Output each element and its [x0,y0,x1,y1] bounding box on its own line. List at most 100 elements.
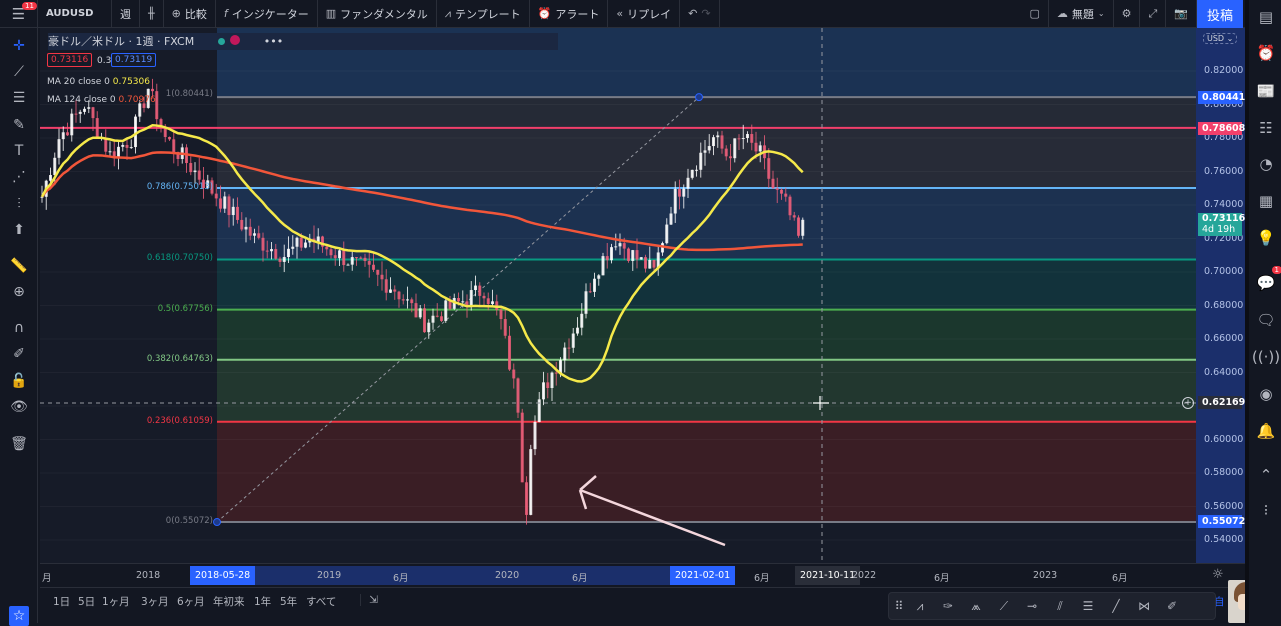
buy-price-button[interactable]: 0.73119 [111,53,157,67]
trash-icon[interactable]: 🗑 [9,434,29,454]
interval-button[interactable]: 週 [112,0,140,28]
symbol-search[interactable]: AUDUSD [38,0,112,28]
templates-button[interactable]: ⩘ テンプレート [437,0,530,28]
brush-tool-icon[interactable]: ✎ [9,115,29,135]
collapse-icon[interactable]: ⌃ [1255,464,1277,486]
ma20-legend[interactable]: MA 20 close 0 0.75306 [47,77,150,87]
brush-icon[interactable]: ✑ [937,596,959,616]
fib-retracement-icon[interactable]: ☰ [1077,596,1099,616]
candle-body [486,298,490,305]
notifications-bell-icon[interactable]: 🔔 [1255,420,1277,442]
timeframe-3m[interactable]: 3ヶ月 [141,594,169,609]
price-chart[interactable] [40,28,1196,563]
streams-icon[interactable]: ((·)) [1252,346,1280,368]
calendar-icon[interactable]: ▦ [1255,190,1277,212]
compare-button[interactable]: ⊕ 比較 [164,0,216,28]
currency-dropdown[interactable]: USD ⌄ [1203,33,1238,44]
ruler-icon[interactable]: 📏 [9,256,29,276]
undo-icon[interactable]: ↶ [688,7,697,20]
trendline-tool-icon[interactable]: ⟋ [9,62,29,82]
ray-icon[interactable]: ⟋ [993,596,1015,616]
candle-body [440,316,443,321]
parallel-channel-icon[interactable]: ⫽ [1049,596,1071,616]
candle-body [376,269,380,275]
chart-pane[interactable]: 1(0.80441) 0.786(0.75013) 0.618(0.70750) 0.… [40,28,1196,563]
fib-zone [217,421,1196,523]
timeframe-ytd[interactable]: 年初来 [213,594,245,609]
alerts-button[interactable]: ⏰ アラート [530,0,609,28]
drag-handle-icon[interactable]: ⠿ [895,596,904,616]
trend-line-icon[interactable]: ╱ [1105,596,1127,616]
magnet-icon[interactable]: ∩ [9,318,29,338]
candle-body [767,158,771,179]
main-menu-button[interactable]: ☰ 11 [0,0,38,28]
price-axis[interactable]: USD ⌄ 0.82000 0.80000 0.78000 0.76000 0.7400… [1196,28,1245,563]
redo-icon[interactable]: ↷ [701,7,710,20]
ideas-lightbulb-icon[interactable]: 💡 [1255,227,1277,249]
fullscreen-button[interactable]: ⤢ [1140,0,1167,28]
elliott-wave-icon[interactable]: ⩘ [909,596,931,616]
replay-button[interactable]: «リプレイ [608,0,681,28]
settings-button[interactable]: ⚙ [1114,0,1141,28]
snapshot-button[interactable]: 📷 [1166,0,1197,28]
crosshair-date: 2021-10-11 [795,566,861,585]
xabcd-pattern-icon[interactable]: ⋈ [1133,596,1155,616]
crosshair-tool-icon[interactable]: ✛ [9,36,29,56]
timeframe-1m[interactable]: 1ヶ月 [102,594,130,609]
horizontal-ray-icon[interactable]: ⊸ [1021,596,1043,616]
pencil-lock-icon[interactable]: ✐ [9,344,29,364]
favorites-star-icon[interactable]: ☆ [9,606,29,626]
candle-body [571,333,575,348]
sell-price-button[interactable]: 0.73116 [47,53,93,67]
time-label: 6月 [572,573,588,584]
timeframe-all[interactable]: すべて [306,594,336,609]
head-shoulders-icon[interactable]: ⩕ [965,596,987,616]
timeframe-1d[interactable]: 1日 [53,594,70,609]
interval-label: 週 [120,7,131,21]
hotlist-icon[interactable]: ◔ [1255,153,1277,175]
chat-icon[interactable]: 💬 1 [1255,266,1281,294]
candle-body [703,150,707,153]
time-axis[interactable]: 月 2018 2018-05-28 2019 6月 2020 6月 2021-0… [40,563,1245,587]
timeframe-5y[interactable]: 5年 [280,594,297,609]
text-tool-icon[interactable]: T [9,141,29,161]
candle-body [248,226,252,236]
chart-type-button[interactable]: ╫ [140,0,164,28]
candle-body [729,156,732,159]
axis-settings-gear-icon[interactable]: ☼ [1212,567,1224,582]
fundamentals-button[interactable]: ▥ ファンダメンタル [318,0,437,28]
watchlist-icon[interactable]: ▤ [1255,6,1277,28]
layout-button[interactable]: ▢ [1022,0,1049,28]
object-tree-icon[interactable]: ⁝ [1255,499,1277,521]
timeframe-6m[interactable]: 6ヶ月 [177,594,205,609]
pen-icon[interactable]: ✐ [1161,596,1183,616]
undo-redo: ↶ ↷ [680,0,720,28]
layout-name-dropdown[interactable]: ☁ 無題 ⌄ [1049,0,1114,28]
pattern-tool-icon[interactable]: ⋰ [9,167,29,187]
ma124-legend[interactable]: MA 124 close 0 0.70976 [47,95,156,105]
candle-body [508,335,511,370]
fib-tool-icon[interactable]: ☰ [9,88,29,108]
timeframe-5d[interactable]: 5日 [78,594,95,609]
indicators-button[interactable]: f インジケーター [216,0,318,28]
eye-icon[interactable]: 👁 [9,397,29,417]
time-label: 6月 [393,573,409,584]
broadcast-icon[interactable]: ◉ [1255,383,1277,405]
forecast-tool-icon[interactable]: ⫶ [9,194,29,214]
chevron-down-icon: ⌄ [1097,9,1105,18]
post-button[interactable]: 投稿 [1197,0,1243,28]
fib-anchor-handle [213,518,221,527]
more-icon[interactable]: ••• [264,35,283,48]
arrow-up-icon[interactable]: ⬆ [9,220,29,240]
goto-date-icon[interactable]: ⇲ [360,594,378,606]
timeframe-1y[interactable]: 1年 [254,594,271,609]
time-label: 2019 [317,570,342,581]
alarm-clock-icon[interactable]: ⏰ [1255,42,1277,64]
news-icon[interactable]: 📰 [1255,80,1277,102]
messages-icon[interactable]: 🗨 [1255,309,1277,331]
add-alert-plus-icon[interactable]: + [1182,397,1194,409]
zoom-in-icon[interactable]: ⊕ [9,282,29,302]
lock-icon[interactable]: 🔓 [9,371,29,391]
data-window-icon[interactable]: ☷ [1255,117,1277,139]
candle-body [219,198,222,209]
